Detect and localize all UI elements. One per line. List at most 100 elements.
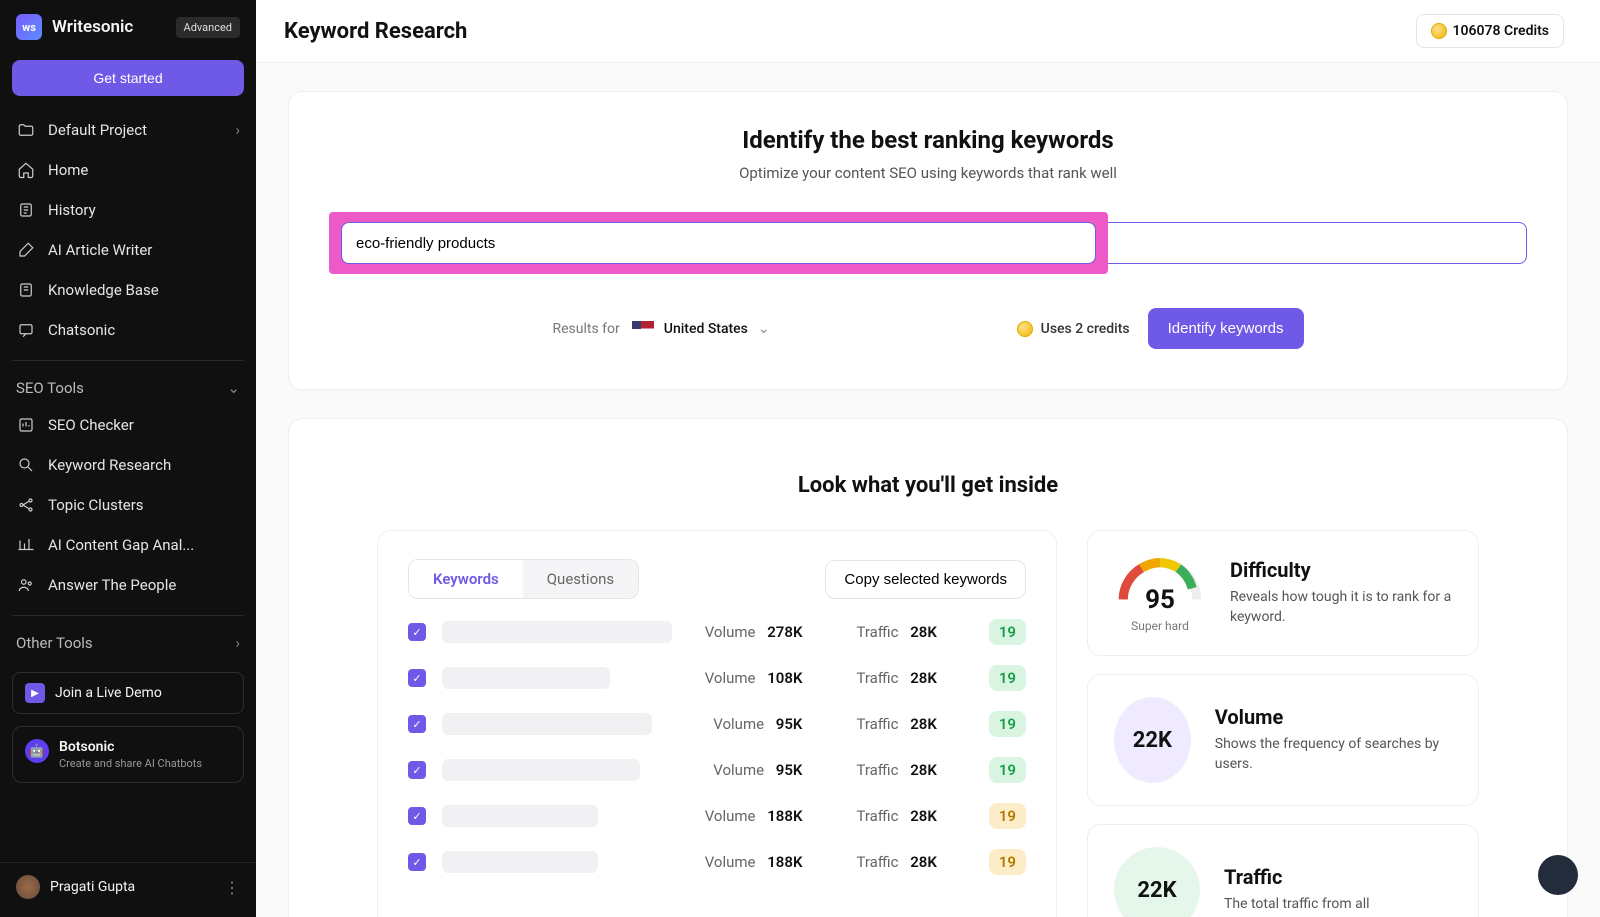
chat-fab[interactable] [1538,855,1578,895]
preview-panel: Look what you'll get inside Keywords Que… [288,418,1568,917]
difficulty-gauge: 95 Super hard [1114,553,1206,633]
logo-icon: ws [16,14,42,40]
plan-badge: Advanced [176,17,240,38]
checkbox[interactable]: ✓ [408,853,426,871]
kd-pill: 19 [989,665,1026,691]
tab-questions[interactable]: Questions [523,560,638,598]
kd-pill: 19 [989,849,1026,875]
tabs-row: Keywords Questions [408,559,639,599]
keyword-input[interactable] [341,222,1096,264]
copy-selected-button[interactable]: Copy selected keywords [825,560,1026,599]
get-started-button[interactable]: Get started [12,60,244,96]
keyword-row: ✓Volume 278KTraffic 28K19 [408,619,1026,645]
kd-pill: 19 [989,711,1026,737]
sidebar-item-label: Chatsonic [48,321,115,339]
keyword-placeholder [442,805,598,827]
user-name: Pragati Gupta [50,879,135,895]
tab-keywords[interactable]: Keywords [409,560,523,598]
sidebar: ws Writesonic Advanced Get started Defau… [0,0,256,917]
page-title: Keyword Research [284,19,467,44]
home-icon [16,160,36,180]
checkbox[interactable]: ✓ [408,623,426,641]
project-selector[interactable]: Default Project › [0,110,256,150]
divider [12,615,244,616]
other-tools-header[interactable]: Other Tools › [0,626,256,660]
checkbox[interactable]: ✓ [408,669,426,687]
country-name: United States [664,321,748,337]
clusters-icon [16,495,36,515]
volume-card: 22K Volume Shows the frequency of search… [1087,674,1479,806]
keyword-placeholder [442,667,610,689]
avatar [16,875,40,899]
traffic-cell: Traffic 28K [856,853,936,871]
seo-tools-header[interactable]: SEO Tools ⌄ [0,371,256,405]
sidebar-item-content-gap[interactable]: AI Content Gap Anal... [0,525,256,565]
keyword-row: ✓Volume 188KTraffic 28K19 [408,849,1026,875]
checker-icon [16,415,36,435]
knowledge-icon [16,280,36,300]
coin-icon [1017,321,1033,337]
sidebar-item-topic-clusters[interactable]: Topic Clusters [0,485,256,525]
kd-pill: 19 [989,757,1026,783]
traffic-title: Traffic [1224,865,1370,889]
keywords-card: Keywords Questions Copy selected keyword… [377,530,1057,917]
sidebar-item-article-writer[interactable]: AI Article Writer [0,230,256,270]
sidebar-item-history[interactable]: History [0,190,256,230]
checkbox[interactable]: ✓ [408,715,426,733]
project-label: Default Project [48,121,147,139]
search-meta: Results for United States ⌄ Uses 2 credi… [551,308,1306,349]
volume-title: Volume [1215,705,1452,729]
botsonic-card[interactable]: 🤖 Botsonic Create and share AI Chatbots [12,726,244,783]
identify-keywords-button[interactable]: Identify keywords [1148,308,1304,349]
volume-cell: Volume 95K [713,761,802,779]
checkbox[interactable]: ✓ [408,807,426,825]
user-menu-button[interactable]: ⋮ [224,878,240,897]
chevron-down-icon: ⌄ [227,379,240,397]
search-subtitle: Optimize your content SEO using keywords… [329,164,1527,182]
section-label: SEO Tools [16,379,84,397]
sidebar-item-label: Home [48,161,88,179]
traffic-value: 22K [1114,847,1200,917]
difficulty-desc: Reveals how tough it is to rank for a ke… [1230,588,1452,627]
botsonic-sub: Create and share AI Chatbots [59,757,202,770]
keyword-row: ✓ Volume 95K Traffic 28K 19 [408,757,1026,783]
traffic-cell: Traffic 28K [856,761,936,779]
brand-row: ws Writesonic Advanced [0,0,256,54]
traffic-desc: The total traffic from all [1224,895,1370,915]
sidebar-item-knowledge-base[interactable]: Knowledge Base [0,270,256,310]
difficulty-card: 95 Super hard Difficulty Reveals how tou… [1087,530,1479,656]
sidebar-item-chatsonic[interactable]: Chatsonic [0,310,256,350]
uses-credits-label: Uses 2 credits [1017,321,1130,337]
volume-cell: Volume 95K [713,715,802,733]
topbar: Keyword Research 106078 Credits [256,0,1600,63]
join-demo-button[interactable]: ▶ Join a Live Demo [12,672,244,714]
metric-cards: 95 Super hard Difficulty Reveals how tou… [1087,530,1479,917]
sidebar-item-label: AI Article Writer [48,241,152,259]
section-label: Other Tools [16,634,93,652]
difficulty-title: Difficulty [1230,558,1452,582]
search-heading: Identify the best ranking keywords [329,126,1527,154]
checkbox[interactable]: ✓ [408,761,426,779]
play-icon: ▶ [25,683,45,703]
people-icon [16,575,36,595]
input-highlight [329,212,1108,274]
us-flag-icon [632,321,654,336]
chatsonic-icon [16,320,36,340]
botsonic-icon: 🤖 [25,739,49,763]
sidebar-item-keyword-research[interactable]: Keyword Research [0,445,256,485]
sidebar-item-label: SEO Checker [48,416,134,434]
results-for-label: Results for [553,321,620,337]
volume-cell: Volume 108K [705,669,803,687]
sidebar-item-label: Keyword Research [48,456,171,474]
search-panel: Identify the best ranking keywords Optim… [288,91,1568,390]
sidebar-item-answer-people[interactable]: Answer The People [0,565,256,605]
folder-icon [16,120,36,140]
credits-badge[interactable]: 106078 Credits [1416,14,1564,48]
country-selector[interactable]: United States ⌄ [632,321,770,337]
chevron-down-icon: ⌄ [758,321,770,337]
sidebar-item-home[interactable]: Home [0,150,256,190]
keyword-placeholder [442,851,598,873]
coin-icon [1431,23,1447,39]
sidebar-item-seo-checker[interactable]: SEO Checker [0,405,256,445]
history-icon [16,200,36,220]
